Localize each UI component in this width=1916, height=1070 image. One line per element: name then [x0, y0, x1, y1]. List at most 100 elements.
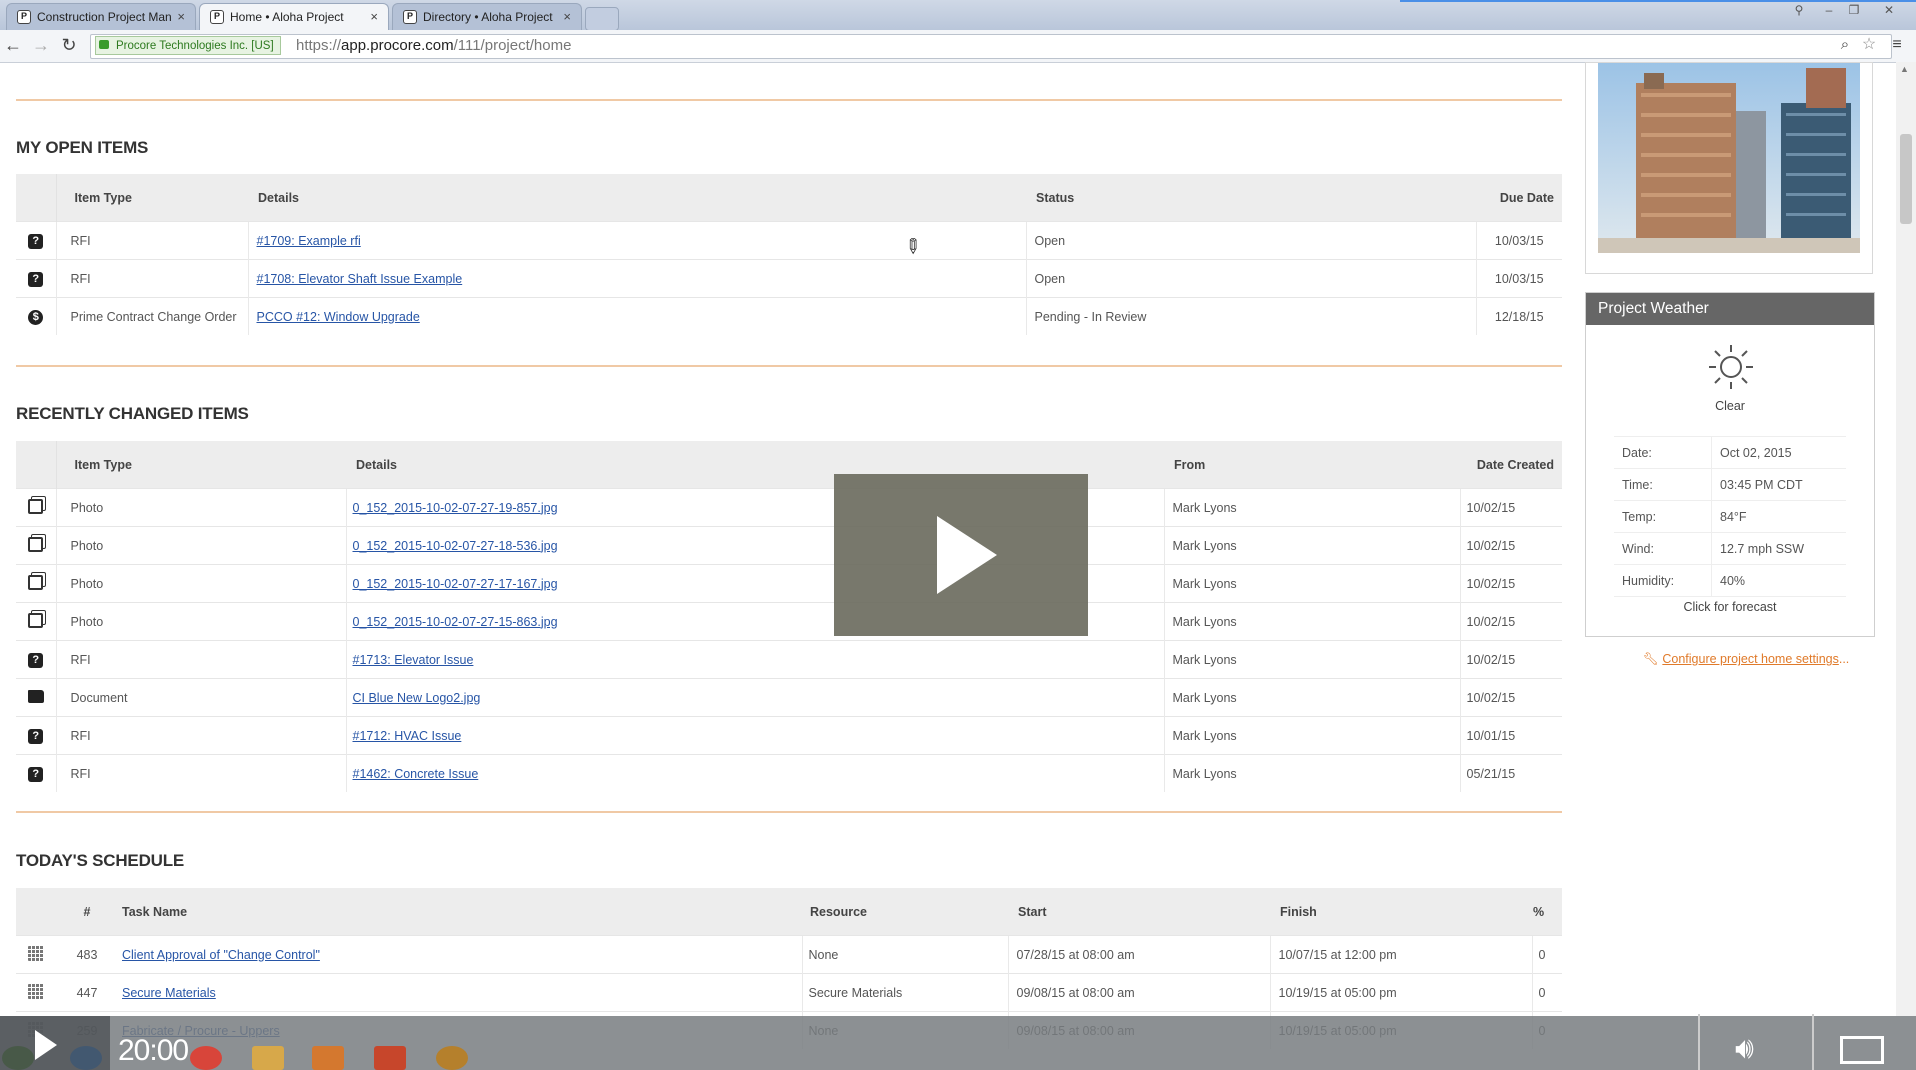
photo-icon	[28, 536, 44, 552]
item-link[interactable]: #1462: Concrete Issue	[353, 767, 479, 781]
item-date: 10/02/15	[1459, 602, 1562, 641]
table-header: Item Type Details From Date Created	[16, 441, 1562, 489]
col-from[interactable]: From	[1164, 441, 1460, 489]
table-row[interactable]: ? RFI #1713: Elevator Issue Mark Lyons 10/02…	[16, 640, 1562, 679]
video-controls	[0, 1016, 1916, 1070]
project-photo[interactable]	[1586, 63, 1872, 273]
task-link[interactable]: Secure Materials	[122, 986, 216, 1000]
col-resource[interactable]: Resource	[802, 888, 1008, 936]
powerpoint-icon	[374, 1046, 406, 1070]
task-number: 447	[56, 973, 118, 1012]
play-button-icon[interactable]	[35, 1030, 57, 1060]
table-row[interactable]: 447 Secure Materials Secure Materials 09/08…	[16, 973, 1562, 1012]
folder-taskbar-icon	[252, 1046, 284, 1070]
forecast-link[interactable]: Click for forecast	[1586, 600, 1874, 614]
fullscreen-icon[interactable]	[1840, 1036, 1884, 1064]
table-row[interactable]: ? RFI #1462: Concrete Issue Mark Lyons 05/21…	[16, 754, 1562, 792]
col-number[interactable]: #	[56, 888, 118, 936]
table-row[interactable]: 483 Client Approval of "Change Control" No…	[16, 935, 1562, 974]
table-row[interactable]: $ Prime Contract Change Order PCCO #12: …	[16, 297, 1562, 335]
restore-icon[interactable]: ❐	[1843, 2, 1865, 18]
col-item-type[interactable]: Item Type	[55, 174, 248, 222]
tab-home[interactable]: P Home • Aloha Project ×	[199, 3, 389, 30]
configure-settings-link[interactable]: 🔧︎ Configure project home settings...	[1643, 652, 1849, 667]
tab-directory[interactable]: P Directory • Aloha Project ×	[392, 3, 582, 30]
reload-icon[interactable]: ↻	[58, 34, 80, 56]
item-from: Mark Lyons	[1163, 564, 1460, 603]
item-due: 10/03/15	[1475, 259, 1562, 298]
col-status[interactable]: Status	[1026, 174, 1476, 222]
play-icon[interactable]	[937, 516, 997, 594]
item-status: Open	[1025, 221, 1476, 260]
rfi-icon: ?	[28, 766, 44, 782]
col-item-type[interactable]: Item Type	[55, 441, 346, 489]
item-link[interactable]: 0_152_2015-10-02-07-27-15-863.jpg	[353, 615, 558, 629]
rfi-icon: ?	[28, 233, 44, 249]
item-link[interactable]: #1712: HVAC Issue	[353, 729, 462, 743]
close-tab-icon[interactable]: ×	[370, 4, 378, 30]
forward-arrow-icon[interactable]: →	[30, 34, 52, 56]
item-status: Open	[1025, 259, 1476, 298]
item-date: 10/02/15	[1459, 564, 1562, 603]
tab-construction[interactable]: P Construction Project Man ×	[6, 3, 196, 30]
task-finish: 10/07/15 at 12:00 pm	[1269, 935, 1532, 974]
minimize-icon[interactable]: –	[1818, 2, 1840, 18]
open-items-title: MY OPEN ITEMS	[16, 138, 149, 157]
table-row[interactable]: Photo 0_152_2015-10-02-07-27-15-863.jpg Ma…	[16, 602, 1562, 641]
item-link[interactable]: CI Blue New Logo2.jpg	[353, 691, 481, 705]
close-window-icon[interactable]: ✕	[1878, 2, 1900, 18]
item-from: Mark Lyons	[1163, 754, 1460, 792]
item-link[interactable]: #1713: Elevator Issue	[353, 653, 474, 667]
item-link[interactable]: #1708: Elevator Shaft Issue Example	[257, 272, 463, 286]
item-link[interactable]: 0_152_2015-10-02-07-27-17-167.jpg	[353, 577, 558, 591]
scroll-up-icon[interactable]: ▲	[1900, 64, 1909, 74]
bookmark-star-icon[interactable]: ☆	[1858, 34, 1880, 56]
volume-icon[interactable]: 🔊︎	[1735, 1032, 1754, 1066]
item-link[interactable]: PCCO #12: Window Upgrade	[257, 310, 420, 324]
table-row[interactable]: ? RFI #1709: Example rfi Open 10/03/15	[16, 221, 1562, 260]
rfi-icon: ?	[28, 728, 44, 744]
weather-row: Humidity: 40%	[1614, 564, 1846, 597]
new-tab-button[interactable]	[585, 7, 619, 31]
user-icon[interactable]: ⚲	[1788, 2, 1810, 18]
close-tab-icon[interactable]: ×	[177, 4, 185, 30]
col-start[interactable]: Start	[1008, 888, 1270, 936]
photo-icon	[28, 574, 44, 590]
item-date: 10/01/15	[1459, 716, 1562, 755]
task-start: 07/28/15 at 08:00 am	[1007, 935, 1270, 974]
sun-icon	[1709, 345, 1753, 389]
item-date: 05/21/15	[1459, 754, 1562, 792]
ssl-badge[interactable]: Procore Technologies Inc. [US]	[95, 36, 281, 55]
table-row[interactable]: Document CI Blue New Logo2.jpg Mark Lyons 1…	[16, 678, 1562, 717]
photo-icon	[28, 612, 44, 628]
zoom-icon[interactable]: ⌕	[1834, 34, 1856, 56]
table-row[interactable]: ? RFI #1708: Elevator Shaft Issue Exampl…	[16, 259, 1562, 298]
weather-row: Wind: 12.7 mph SSW	[1614, 532, 1846, 565]
item-link[interactable]: 0_152_2015-10-02-07-27-18-536.jpg	[353, 539, 558, 553]
col-percent[interactable]: %	[1532, 888, 1562, 936]
procore-favicon-icon: P	[210, 10, 224, 24]
scrollbar-thumb[interactable]	[1900, 134, 1912, 224]
menu-icon[interactable]: ≡	[1886, 34, 1908, 56]
col-details[interactable]: Details	[248, 174, 1026, 222]
back-arrow-icon[interactable]: ←	[2, 34, 24, 56]
item-type: Photo	[55, 488, 346, 527]
item-type: RFI	[55, 754, 346, 792]
col-finish[interactable]: Finish	[1270, 888, 1532, 936]
col-date-created[interactable]: Date Created	[1460, 441, 1562, 489]
item-type: Photo	[55, 602, 346, 641]
item-type: RFI	[55, 716, 346, 755]
table-row[interactable]: Photo 0_152_2015-10-02-07-27-17-167.jpg Ma…	[16, 564, 1562, 603]
table-row[interactable]: Photo 0_152_2015-10-02-07-27-18-536.jpg Ma…	[16, 526, 1562, 565]
close-tab-icon[interactable]: ×	[563, 4, 571, 30]
col-due-date[interactable]: Due Date	[1476, 174, 1562, 222]
col-task-name[interactable]: Task Name	[118, 888, 802, 936]
item-link[interactable]: #1709: Example rfi	[257, 234, 361, 248]
item-link[interactable]: 0_152_2015-10-02-07-27-19-857.jpg	[353, 501, 558, 515]
table-row[interactable]: Photo 0_152_2015-10-02-07-27-19-857.jpg Ma…	[16, 488, 1562, 527]
open-items-table: Item Type Details Status Due Date ? RFI …	[16, 174, 1562, 335]
table-row[interactable]: ? RFI #1712: HVAC Issue Mark Lyons 10/01/15	[16, 716, 1562, 755]
url-text[interactable]: https://app.procore.com/111/project/home	[296, 36, 571, 55]
item-date: 10/02/15	[1459, 526, 1562, 565]
task-link[interactable]: Client Approval of "Change Control"	[122, 948, 320, 962]
